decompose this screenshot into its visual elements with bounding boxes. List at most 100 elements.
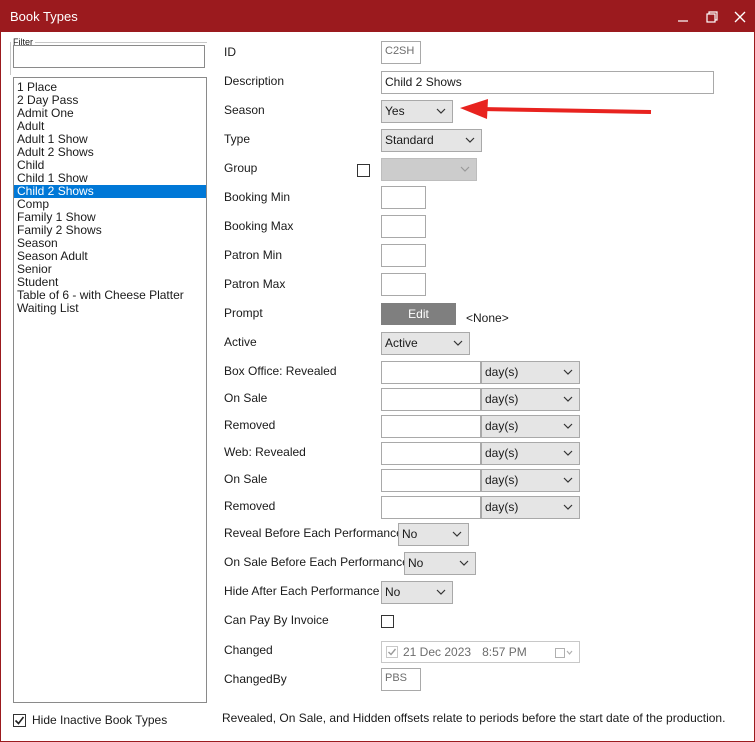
close-button[interactable] <box>725 1 755 32</box>
group-dropdown <box>381 158 477 181</box>
type-value: Standard <box>385 133 434 147</box>
chevron-down-icon <box>460 166 470 172</box>
unit-value: day(s) <box>485 419 519 433</box>
chevron-down-icon <box>465 137 475 143</box>
hide-inactive-checkbox[interactable] <box>13 713 26 727</box>
changed-label: Changed <box>224 643 273 657</box>
web-on-sale-unit-dropdown[interactable]: day(s) <box>481 469 580 492</box>
prompt-value: <None> <box>466 311 509 325</box>
active-label: Active <box>224 335 257 349</box>
unit-value: day(s) <box>485 446 519 460</box>
changed-by-label: ChangedBy <box>224 672 287 686</box>
changed-datetime-field: 21 Dec 2023 8:57 PM <box>381 641 580 663</box>
web-on-sale-field[interactable] <box>381 469 481 492</box>
hide-inactive-toggle[interactable]: Hide Inactive Book Types <box>13 713 167 727</box>
chevron-down-icon <box>459 560 469 566</box>
box-office-revealed-label: Box Office: Revealed <box>224 364 337 378</box>
patron-max-field[interactable] <box>381 273 426 296</box>
web-removed-field[interactable] <box>381 496 481 519</box>
web-revealed-unit-dropdown[interactable]: day(s) <box>481 442 580 465</box>
title-bar: Book Types <box>1 1 754 32</box>
changed-date: 21 Dec 2023 <box>403 645 472 659</box>
web-on-sale-label: On Sale <box>224 472 268 486</box>
type-dropdown[interactable]: Standard <box>381 129 482 152</box>
chevron-down-icon <box>436 108 446 114</box>
box-office-on-sale-label: On Sale <box>224 391 268 405</box>
maximize-button[interactable] <box>697 1 727 32</box>
chevron-down-icon <box>563 369 573 375</box>
web-removed-label: Removed <box>224 499 276 513</box>
prompt-edit-button[interactable]: Edit <box>381 303 456 325</box>
web-removed-unit-dropdown[interactable]: day(s) <box>481 496 580 519</box>
patron-max-label: Patron Max <box>224 277 286 291</box>
description-label: Description <box>224 74 285 88</box>
window-title: Book Types <box>10 9 78 24</box>
group-label: Group <box>224 161 258 175</box>
group-checkbox[interactable] <box>357 164 370 177</box>
active-dropdown[interactable]: Active <box>381 332 470 355</box>
season-label: Season <box>224 103 265 117</box>
unit-value: day(s) <box>485 473 519 487</box>
booking-max-field[interactable] <box>381 215 426 238</box>
chevron-down-icon <box>453 340 463 346</box>
chevron-down-icon <box>563 504 573 510</box>
season-value: Yes <box>385 104 405 118</box>
box-office-removed-field[interactable] <box>381 415 481 438</box>
type-label: Type <box>224 132 251 146</box>
hide-after-label: Hide After Each Performance <box>224 584 380 598</box>
close-icon <box>734 11 746 22</box>
box-office-on-sale-unit-dropdown[interactable]: day(s) <box>481 388 580 411</box>
changed-checkbox <box>386 646 398 658</box>
booking-min-label: Booking Min <box>224 190 291 204</box>
annotation-arrow <box>460 99 652 119</box>
reveal-before-dropdown[interactable]: No <box>398 523 469 546</box>
changed-by-field: PBS <box>381 668 421 691</box>
web-revealed-field[interactable] <box>381 442 481 465</box>
can-pay-by-invoice-label: Can Pay By Invoice <box>224 613 329 627</box>
box-office-removed-label: Removed <box>224 418 276 432</box>
book-types-list[interactable]: 1 Place 2 Day Pass Admit One Adult Adult 1 S… <box>13 77 207 703</box>
book-types-window: Book Types Filter 1 Place 2 Day Pass Admit… <box>0 0 755 742</box>
chevron-down-icon <box>563 450 573 456</box>
unit-value: day(s) <box>485 392 519 406</box>
booking-max-label: Booking Max <box>224 219 294 233</box>
chevron-down-icon <box>563 477 573 483</box>
on-sale-before-dropdown[interactable]: No <box>404 552 476 575</box>
can-pay-by-invoice-checkbox[interactable] <box>381 615 394 628</box>
patron-min-field[interactable] <box>381 244 426 267</box>
filter-input[interactable] <box>13 45 205 68</box>
checkmark-icon <box>388 648 397 656</box>
box-office-removed-unit-dropdown[interactable]: day(s) <box>481 415 580 438</box>
chevron-down-icon <box>563 423 573 429</box>
unit-value: day(s) <box>485 500 519 514</box>
box-office-on-sale-field[interactable] <box>381 388 481 411</box>
patron-min-label: Patron Min <box>224 248 283 262</box>
minimize-button[interactable] <box>668 1 698 32</box>
box-office-revealed-field[interactable] <box>381 361 481 384</box>
checkmark-icon <box>14 716 25 725</box>
description-field[interactable]: Child 2 Shows <box>381 71 714 94</box>
chevron-down-icon <box>436 589 446 595</box>
hide-after-value: No <box>385 585 401 599</box>
changed-time: 8:57 PM <box>482 645 527 659</box>
reveal-before-label: Reveal Before Each Performance <box>224 526 403 540</box>
chevron-down-icon <box>452 531 462 537</box>
minimize-icon <box>678 19 688 22</box>
on-sale-before-value: No <box>408 556 424 570</box>
left-panel: Filter 1 Place 2 Day Pass Admit One Adult Ad… <box>1 32 213 741</box>
calendar-icon <box>555 647 573 661</box>
box-office-revealed-unit-dropdown[interactable]: day(s) <box>481 361 580 384</box>
hide-after-dropdown[interactable]: No <box>381 581 453 604</box>
id-label: ID <box>224 45 236 59</box>
on-sale-before-label: On Sale Before Each Performance <box>224 555 409 569</box>
reveal-before-value: No <box>402 527 418 541</box>
list-item[interactable]: Waiting List <box>14 302 206 315</box>
season-dropdown[interactable]: Yes <box>381 100 453 123</box>
unit-value: day(s) <box>485 365 519 379</box>
footnote: Revealed, On Sale, and Hidden offsets re… <box>222 711 726 725</box>
restore-icon <box>706 10 718 23</box>
hide-inactive-label: Hide Inactive Book Types <box>32 713 168 727</box>
active-value: Active <box>385 336 418 350</box>
booking-min-field[interactable] <box>381 186 426 209</box>
prompt-label: Prompt <box>224 306 263 320</box>
